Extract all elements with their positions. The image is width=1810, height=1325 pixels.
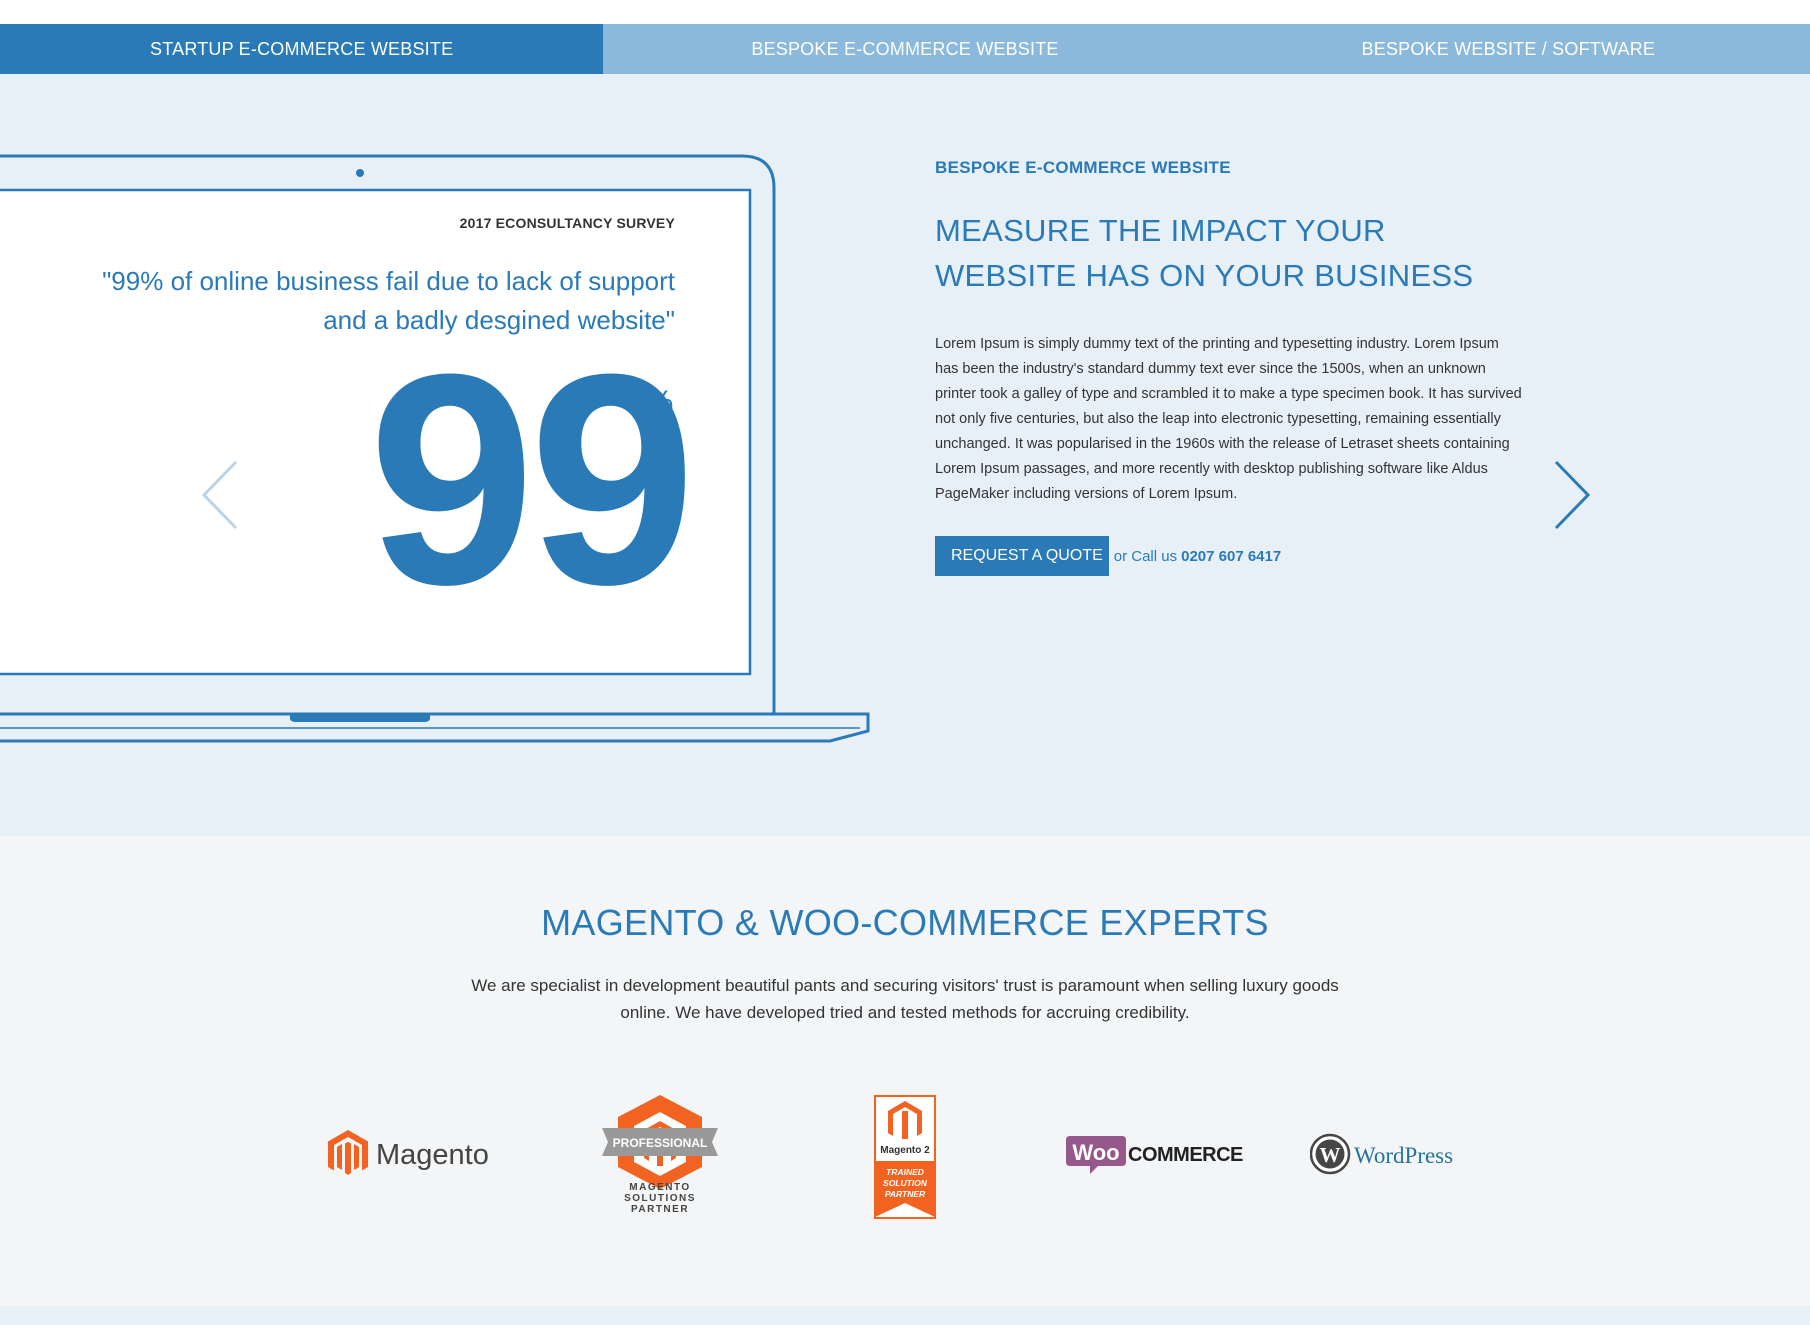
stat-unit: % bbox=[645, 384, 674, 420]
hero-slider: 2017 ECONSULTANCY SURVEY "99% of online … bbox=[0, 74, 1810, 836]
slide-eyebrow: BESPOKE E-COMMERCE WEBSITE bbox=[935, 158, 1231, 177]
svg-text:Magento: Magento bbox=[376, 1139, 489, 1171]
service-tabs: STARTUP E-COMMERCE WEBSITE BESPOKE E-COM… bbox=[0, 24, 1810, 84]
chevron-left-icon bbox=[201, 460, 238, 530]
footer-strip bbox=[0, 1306, 1810, 1325]
woocommerce-logo: Woo COMMERCE bbox=[1066, 1134, 1246, 1181]
tab-label: BESPOKE E-COMMERCE WEBSITE bbox=[751, 38, 1059, 59]
call-us-text: or Call us bbox=[1113, 547, 1178, 565]
svg-text:SOLUTION: SOLUTION bbox=[883, 1178, 928, 1188]
magento2-trained-partner-logo: Magento 2 TRAINED SOLUTION PARTNER bbox=[874, 1095, 936, 1224]
phone-link[interactable]: 0207 607 6417 bbox=[1181, 548, 1281, 565]
chevron-right-icon bbox=[1554, 460, 1591, 530]
magento-logo: Magento bbox=[326, 1128, 506, 1185]
tab-label: STARTUP E-COMMERCE WEBSITE bbox=[150, 38, 454, 59]
svg-text:WordPress: WordPress bbox=[1354, 1143, 1453, 1168]
svg-text:MAGENTO: MAGENTO bbox=[629, 1182, 690, 1193]
svg-text:Woo: Woo bbox=[1072, 1140, 1119, 1165]
svg-text:PROFESSIONAL: PROFESSIONAL bbox=[613, 1136, 708, 1150]
experts-section: MAGENTO & WOO-COMMERCE EXPERTS We are sp… bbox=[0, 836, 1810, 1306]
svg-text:PARTNER: PARTNER bbox=[631, 1204, 689, 1215]
survey-source: 2017 ECONSULTANCY SURVEY bbox=[459, 215, 675, 231]
wordpress-logo: W WordPress bbox=[1309, 1132, 1490, 1181]
tab-bespoke-ecommerce[interactable]: BESPOKE E-COMMERCE WEBSITE bbox=[603, 24, 1207, 84]
slide-headline: MEASURE THE IMPACT YOUR WEBSITE HAS ON Y… bbox=[935, 213, 1474, 293]
tab-label: BESPOKE WEBSITE / SOFTWARE bbox=[1361, 38, 1656, 59]
slider-prev-button[interactable] bbox=[200, 460, 240, 535]
experts-title: MAGENTO & WOO-COMMERCE EXPERTS bbox=[541, 902, 1269, 943]
svg-text:W: W bbox=[1320, 1143, 1341, 1167]
stat-number: 99 bbox=[368, 311, 696, 647]
svg-text:TRAINED: TRAINED bbox=[886, 1167, 924, 1177]
tab-bespoke-software[interactable]: BESPOKE WEBSITE / SOFTWARE bbox=[1206, 24, 1810, 84]
request-quote-button[interactable]: REQUEST A QUOTE bbox=[935, 536, 1109, 576]
magento-professional-partner-logo: PROFESSIONAL MAGENTO SOLUTIONS PARTNER bbox=[600, 1092, 720, 1221]
svg-text:COMMERCE: COMMERCE bbox=[1128, 1144, 1243, 1166]
svg-text:SOLUTIONS: SOLUTIONS bbox=[624, 1193, 696, 1204]
svg-text:PARTNER: PARTNER bbox=[885, 1189, 926, 1199]
tab-startup-ecommerce[interactable]: STARTUP E-COMMERCE WEBSITE bbox=[0, 24, 604, 84]
experts-description: We are specialist in development beautif… bbox=[471, 976, 1339, 1022]
slide-body: Lorem Ipsum is simply dummy text of the … bbox=[935, 336, 1522, 502]
slider-next-button[interactable] bbox=[1552, 460, 1592, 535]
cta-row: REQUEST A QUOTE or Call us 0207 607 6417 bbox=[935, 536, 1281, 576]
svg-text:Magento 2: Magento 2 bbox=[880, 1145, 930, 1156]
